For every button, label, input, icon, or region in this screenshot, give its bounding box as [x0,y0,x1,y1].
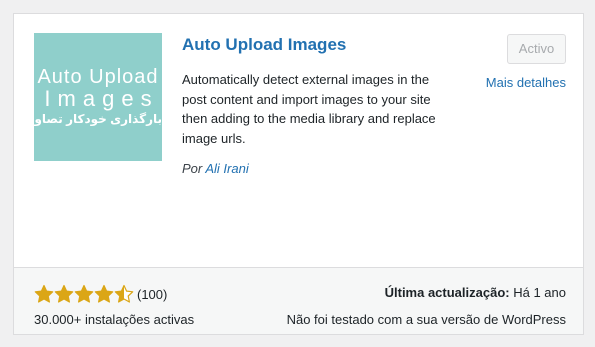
star-full-icon [54,284,74,303]
last-updated: Última actualização: Há 1 ano [385,285,566,300]
compatibility-note: Não foi testado com a sua versão de Word… [286,312,566,327]
author-prefix: Por [182,161,203,176]
rating-count: (100) [137,286,168,302]
stars-container [34,284,134,304]
plugin-thumbnail[interactable]: Auto Upload Images بارگذاری خودکار تصاوی… [34,33,162,161]
thumbnail-line-3: بارگذاری خودکار تصاویر [34,112,162,126]
plugin-card-top: Auto Upload Images بارگذاری خودکار تصاوی… [14,14,583,267]
star-half-icon [114,284,134,303]
star-full-icon [74,284,94,303]
thumbnail-line-2: Images [44,86,159,111]
last-updated-value: Há 1 ano [513,285,566,300]
active-installs: 30.000+ instalações activas [34,312,195,327]
plugin-card-bottom: (100) 30.000+ instalações activas Última… [14,267,583,334]
active-status-button[interactable]: Activo [507,34,566,64]
last-updated-label: Última actualização: [384,285,510,300]
more-details-link[interactable]: Mais detalhes [486,75,566,90]
author-link[interactable]: Ali Irani [205,161,248,176]
plugin-card: Auto Upload Images بارگذاری خودکار تصاوی… [13,13,584,335]
plugin-description: Automatically detect external images in … [182,72,436,146]
star-full-icon [34,284,54,303]
plugin-author: Por Ali Irani [182,161,249,176]
star-rating: (100) [34,284,167,304]
star-full-icon [94,284,114,303]
plugin-title-link[interactable]: Auto Upload Images [182,35,346,55]
